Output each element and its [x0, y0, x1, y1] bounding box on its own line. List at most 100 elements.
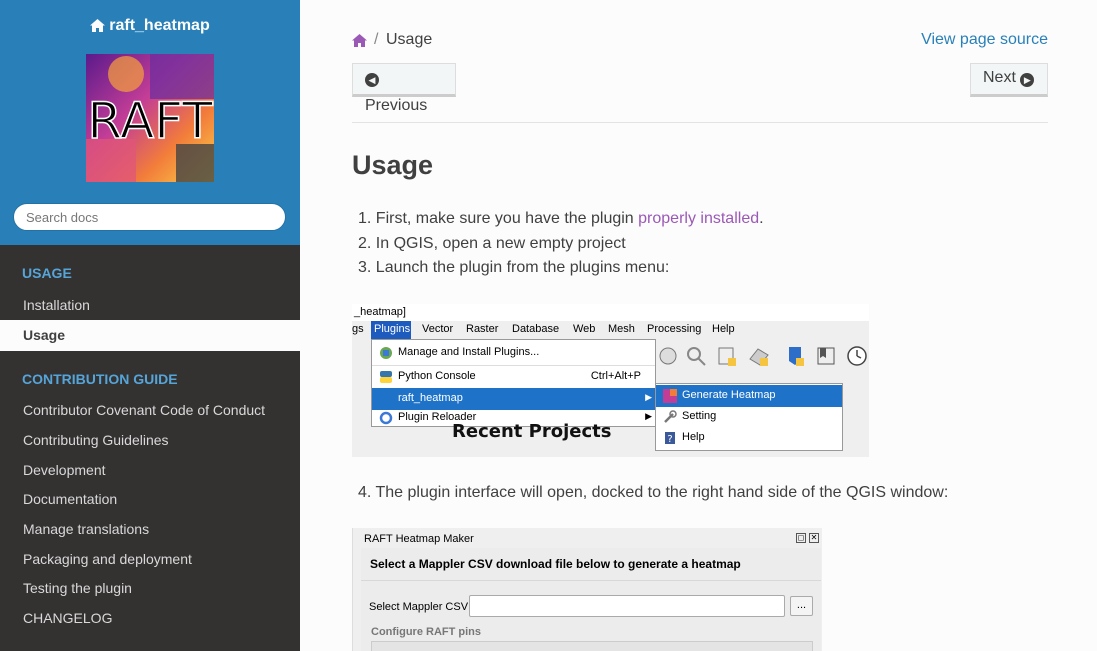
- clock-icon: [847, 346, 867, 366]
- plugins-menu-screenshot: _heatmap] gs Vector Raster Database Web …: [352, 304, 869, 457]
- menubar-item: gs: [352, 323, 364, 335]
- menubar-item: Vector: [422, 323, 454, 335]
- next-label: Next: [983, 69, 1016, 86]
- home-icon: [90, 19, 106, 32]
- search-docs-input[interactable]: [13, 203, 286, 231]
- configure-pins-label: Configure RAFT pins: [371, 626, 481, 638]
- nav-item-changelog[interactable]: CHANGELOG: [23, 609, 112, 627]
- arrow-right-circle-icon: ▶: [1020, 73, 1035, 87]
- raft-heatmap-icon: [663, 389, 677, 403]
- arrow-left-circle-icon: ◀: [365, 73, 379, 87]
- submenu-setting: Setting: [656, 406, 842, 428]
- menu-item-manage-plugins: Manage and Install Plugins...: [372, 342, 655, 364]
- nav-item-code-of-conduct[interactable]: Contributor Covenant Code of Conduct: [23, 401, 265, 419]
- toolbar-icon: [718, 347, 736, 366]
- dock-heading: Select a Mappler CSV download file below…: [370, 557, 741, 571]
- nav-item-contributing-guidelines[interactable]: Contributing Guidelines: [23, 431, 169, 449]
- breadcrumb-current: Usage: [386, 31, 433, 48]
- submenu-arrow-icon: ▶: [645, 411, 652, 421]
- menu-item-shortcut: Ctrl+Alt+P: [590, 370, 641, 382]
- nav-item-development[interactable]: Development: [23, 461, 106, 479]
- menubar-item: Web: [573, 323, 596, 335]
- previous-label: Previous: [365, 97, 428, 114]
- help-icon: ?: [665, 432, 675, 445]
- toolbar-icon: [687, 347, 706, 366]
- menubar-plugins-active: Plugins: [371, 321, 411, 339]
- step-2: 2. In QGIS, open a new empty project: [358, 235, 626, 253]
- step-1-number: 1.: [358, 210, 372, 227]
- heatmap-maker-screenshot: RAFT Heatmap Maker ◻ ✕ Select a Mappler …: [352, 528, 822, 651]
- reload-icon: [379, 411, 393, 425]
- properly-installed-link[interactable]: properly installed: [638, 210, 759, 227]
- submenu-help: ? Help: [656, 427, 842, 449]
- browse-button: ...: [790, 596, 813, 616]
- menu-item-label: raft_heatmap: [398, 392, 463, 404]
- qgis-menubar: gs Vector Raster Database Web Mesh Proce…: [352, 321, 869, 339]
- toolbar-icon: [817, 347, 835, 365]
- breadcrumb-separator: /: [374, 31, 379, 48]
- menubar-item: Help: [712, 323, 735, 335]
- step-1-text: First, make sure you have the plugin: [375, 210, 639, 227]
- menubar-item: Raster: [466, 323, 499, 335]
- nav-item-documentation[interactable]: Documentation: [23, 490, 117, 508]
- svg-text:?: ?: [667, 434, 672, 445]
- menubar-item: Database: [512, 323, 560, 335]
- dock-title: RAFT Heatmap Maker: [364, 533, 474, 545]
- plugins-dropdown: Manage and Install Plugins... Python Con…: [371, 339, 656, 427]
- step-4-text: The plugin interface will open, docked t…: [375, 484, 949, 501]
- nav-item-packaging[interactable]: Packaging and deployment: [23, 550, 192, 568]
- step-1: 1. First, make sure you have the plugin …: [358, 210, 764, 228]
- nav-caption-usage: USAGE: [22, 265, 72, 281]
- step-2-number: 2.: [358, 235, 372, 252]
- logo-text: RAFT: [87, 92, 213, 150]
- raft-logo-image: RAFT: [86, 54, 214, 182]
- close-icon: ✕: [809, 533, 819, 543]
- recent-projects-heading: Recent Projects: [452, 421, 612, 442]
- python-icon: [380, 371, 392, 383]
- select-csv-label: Select Mappler CSV: [369, 601, 469, 613]
- project-name: raft_heatmap: [109, 17, 210, 34]
- qgis-window-title: _heatmap]: [352, 304, 869, 321]
- submenu-label: Help: [682, 431, 705, 443]
- step-1-suffix: .: [759, 210, 764, 227]
- step-2-text: In QGIS, open a new empty project: [375, 235, 626, 252]
- pins-config-field: [371, 641, 813, 651]
- raft-heatmap-submenu: Generate Heatmap Setting ? Help: [655, 383, 843, 451]
- step-3-text: Launch the plugin from the plugins menu:: [375, 259, 670, 276]
- submenu-generate-heatmap: Generate Heatmap: [656, 385, 842, 407]
- plugin-puzzle-icon: [380, 347, 392, 359]
- nav-item-manage-translations[interactable]: Manage translations: [23, 520, 149, 538]
- nav-item-usage-current[interactable]: Usage: [0, 320, 300, 351]
- nav-item-usage-label: Usage: [23, 327, 66, 343]
- float-icon: ◻: [796, 533, 806, 543]
- csv-path-field: [469, 595, 785, 617]
- wrench-icon: [664, 410, 677, 423]
- sidebar: raft_heatmap RAFT USAGE Installation Usa…: [0, 0, 300, 651]
- view-page-source-link[interactable]: View page source: [921, 31, 1048, 49]
- menubar-item: Mesh: [608, 323, 635, 335]
- menu-item-raft-heatmap: raft_heatmap ▶: [372, 388, 655, 410]
- submenu-label: Setting: [682, 410, 717, 422]
- project-logo[interactable]: RAFT: [86, 54, 214, 182]
- menu-item-label: Manage and Install Plugins...: [398, 346, 540, 358]
- nav-item-testing[interactable]: Testing the plugin: [23, 579, 132, 597]
- toolbar-icon: [789, 347, 804, 366]
- submenu-arrow-icon: ▶: [645, 392, 652, 402]
- next-button[interactable]: Next ▶: [970, 63, 1048, 97]
- toolbar-icon: [749, 348, 769, 366]
- breadcrumb-home-icon[interactable]: [352, 34, 367, 47]
- step-3-number: 3.: [358, 259, 372, 276]
- previous-button[interactable]: ◀ Previous: [352, 63, 456, 114]
- nav-item-installation[interactable]: Installation: [23, 296, 90, 314]
- dock-divider: [361, 580, 821, 581]
- nav-caption-contribution-guide: CONTRIBUTION GUIDE: [22, 371, 178, 387]
- toolbar-icon: [659, 347, 677, 365]
- submenu-label: Generate Heatmap: [682, 389, 776, 401]
- menu-item-python-console: Python Console Ctrl+Alt+P: [372, 365, 655, 387]
- header-divider: [352, 122, 1048, 123]
- step-4-number: 4.: [358, 484, 372, 501]
- menubar-item: Processing: [647, 323, 702, 335]
- project-home-link[interactable]: raft_heatmap: [0, 0, 300, 36]
- step-4: 4. The plugin interface will open, docke…: [358, 484, 948, 502]
- step-3: 3. Launch the plugin from the plugins me…: [358, 259, 669, 277]
